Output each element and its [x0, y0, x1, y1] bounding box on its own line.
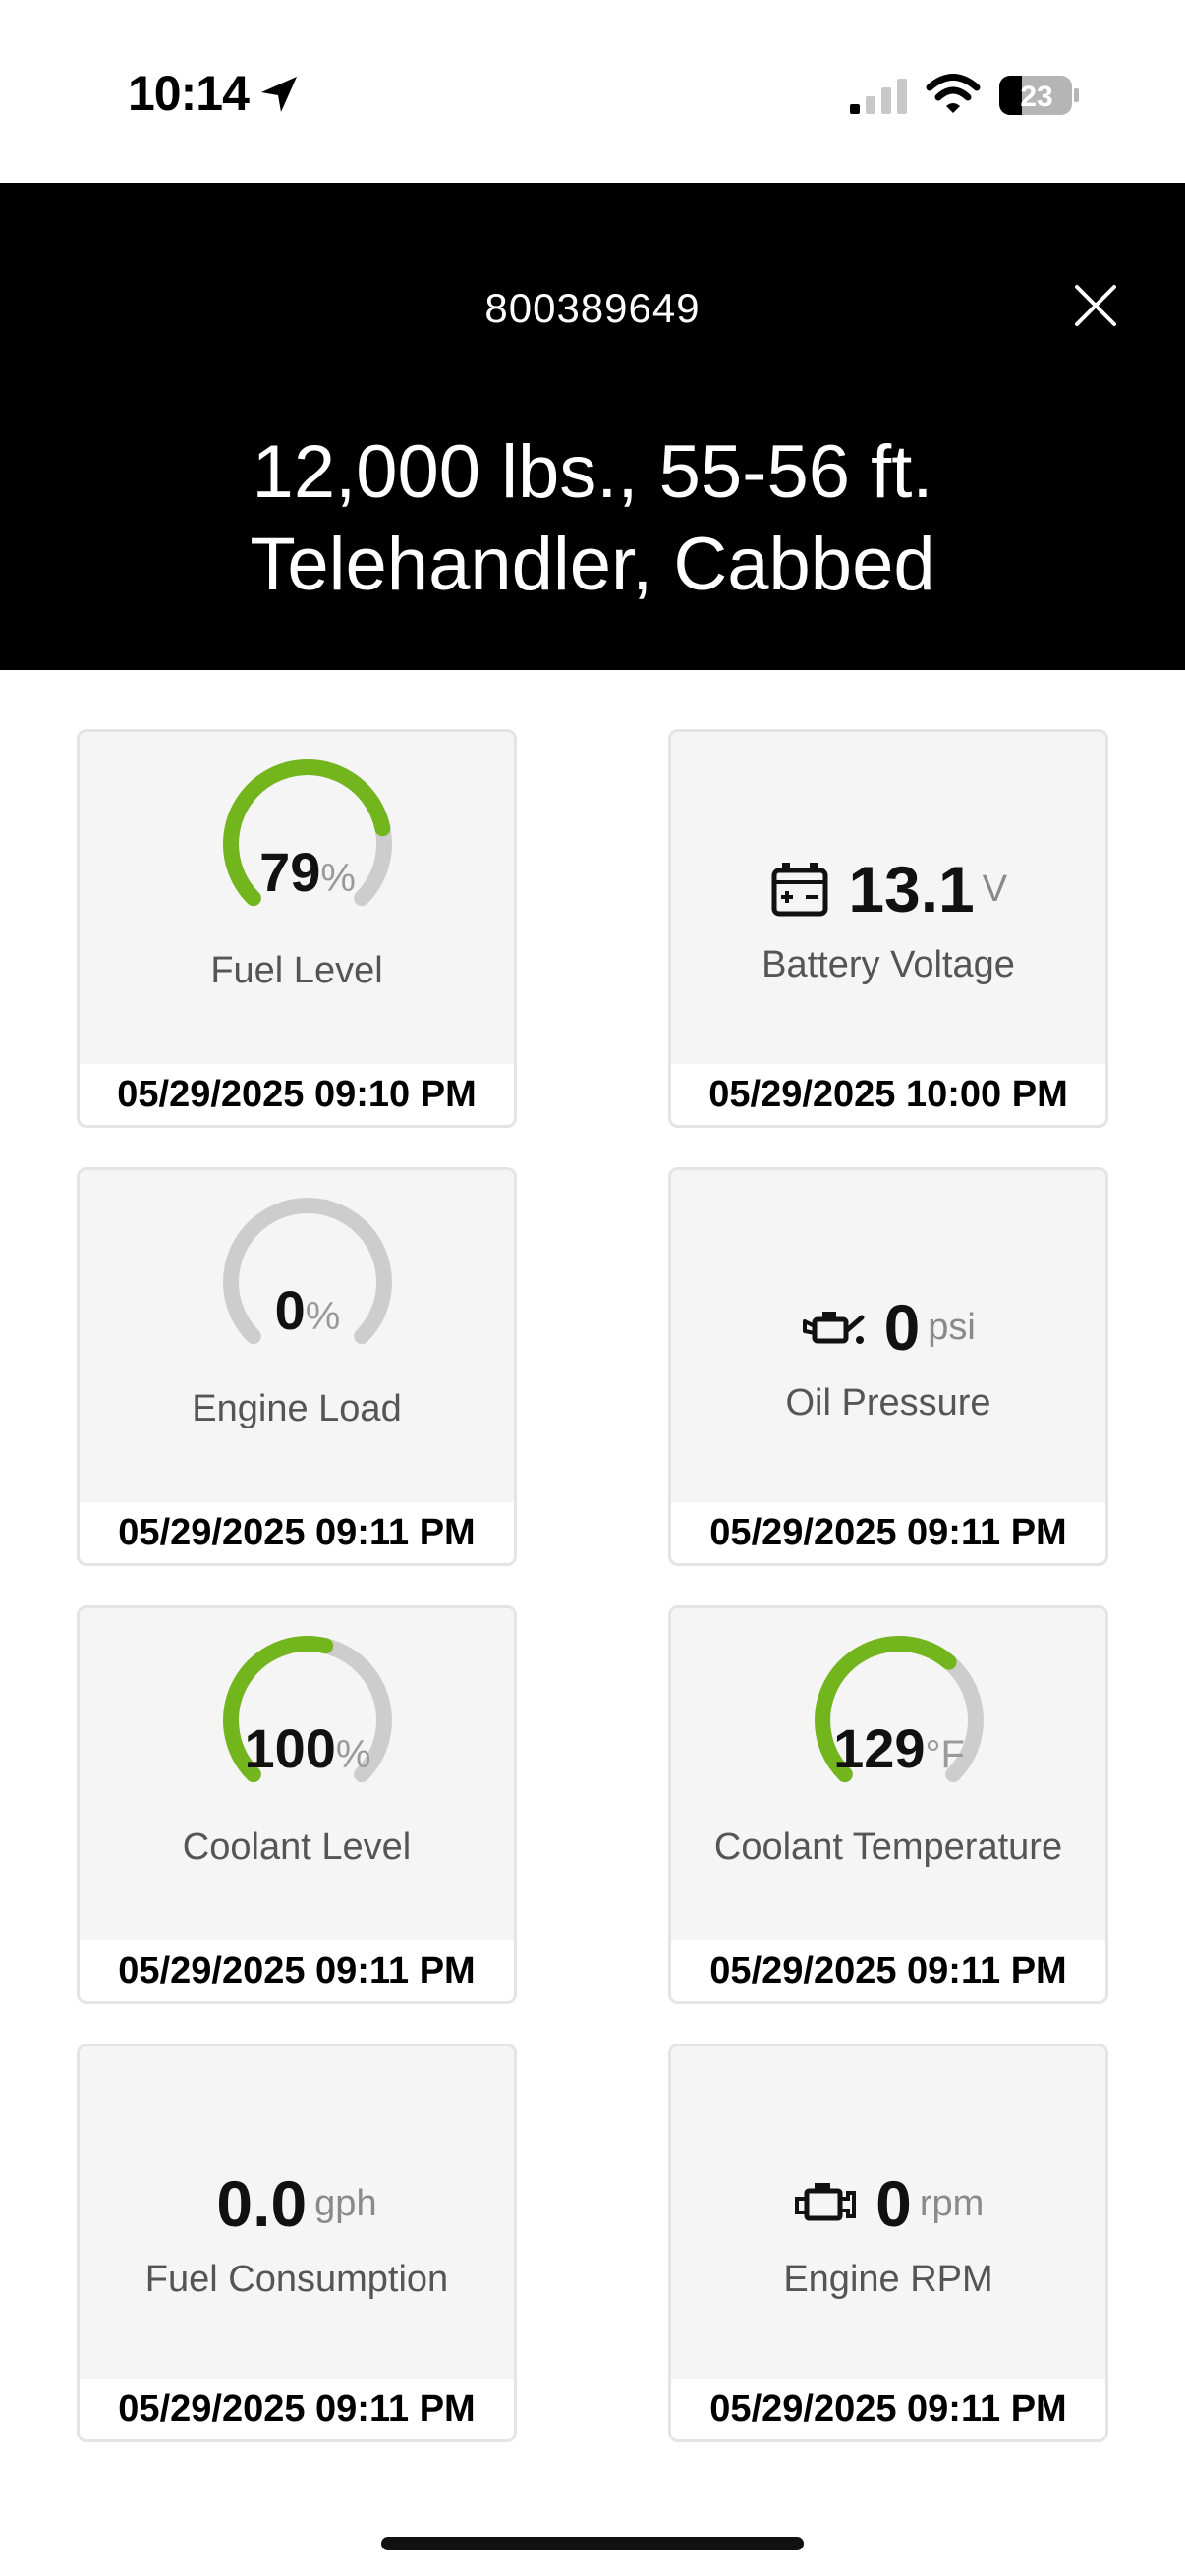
card-body: 129°F Coolant Temperature [671, 1608, 1105, 1940]
coolant-temperature-value: 129 [833, 1717, 926, 1779]
battery-voltage-timestamp: 05/29/2025 10:00 PM [708, 1074, 1068, 1115]
battery-voltage-label: Battery Voltage [762, 944, 1015, 985]
card-body: 0% Engine Load [80, 1170, 514, 1502]
oil-pressure-label: Oil Pressure [785, 1382, 991, 1424]
card-body: 0 rpm Engine RPM [671, 2046, 1105, 2379]
svg-text:23: 23 [1020, 81, 1052, 113]
oil-pressure-value-row: 0 psi [671, 1290, 1105, 1365]
gauge-value: 79% [221, 840, 394, 904]
battery-voltage-card[interactable]: 13.1 V Battery Voltage 05/29/2025 10:00 P… [668, 729, 1108, 1128]
asset-title-line2: Telehandler, Cabbed [250, 523, 935, 606]
battery-voltage-value-row: 13.1 V [671, 852, 1105, 926]
oil-pressure-timestamp: 05/29/2025 09:11 PM [709, 1512, 1067, 1553]
fuel-level-card[interactable]: 79% Fuel Level 05/29/2025 09:10 PM [77, 729, 517, 1128]
location-arrow-icon [261, 77, 297, 112]
fuel-level-gauge: 79% [221, 757, 394, 915]
engine-rpm-label: Engine RPM [783, 2259, 993, 2300]
coolant-temperature-gauge: 129°F [813, 1634, 986, 1791]
fuel-level-timestamp: 05/29/2025 09:10 PM [117, 1074, 477, 1115]
fuel-consumption-card[interactable]: 0.0 gph Fuel Consumption 05/29/2025 09:11… [77, 2044, 517, 2442]
oil-pressure-card[interactable]: 0 psi Oil Pressure 05/29/2025 09:11 PM [668, 1167, 1108, 1566]
engine-icon [794, 2183, 856, 2221]
asset-id: 800389649 [484, 285, 701, 331]
gauge-value: 129°F [813, 1716, 986, 1780]
engine-load-label: Engine Load [192, 1388, 402, 1429]
cellular-signal-icon [850, 79, 907, 114]
status-time: 10:14 [128, 66, 250, 121]
engine-rpm-card[interactable]: 0 rpm Engine RPM 05/29/2025 09:11 PM [668, 2044, 1108, 2442]
fuel-consumption-value: 0.0 [216, 2167, 308, 2240]
close-icon[interactable] [1071, 281, 1120, 330]
coolant-temperature-timestamp: 05/29/2025 09:11 PM [709, 1950, 1067, 1991]
engine-rpm-timestamp: 05/29/2025 09:11 PM [709, 2388, 1067, 2430]
battery-voltage-value: 13.1 [848, 853, 975, 925]
asset-title: 12,000 lbs., 55-56 ft. Telehandler, Cabb… [0, 426, 1185, 611]
engine-rpm-unit: rpm [919, 2182, 985, 2224]
engine-load-card[interactable]: 0% Engine Load 05/29/2025 09:11 PM [77, 1167, 517, 1566]
fuel-level-label: Fuel Level [210, 950, 383, 991]
coolant-level-label: Coolant Level [182, 1826, 412, 1868]
gauge-value: 0% [221, 1278, 394, 1342]
fuel-consumption-unit: gph [314, 2182, 377, 2224]
oil-can-icon [803, 1312, 865, 1344]
home-indicator[interactable] [381, 2537, 804, 2550]
card-body: 79% Fuel Level [80, 732, 514, 1064]
asset-header: 800389649 12,000 lbs., 55-56 ft. Telehan… [0, 183, 1185, 670]
battery-voltage-unit: V [982, 868, 1008, 910]
fuel-level-value: 79 [259, 841, 321, 903]
oil-pressure-value: 0 [883, 1291, 921, 1364]
coolant-temperature-card[interactable]: 129°F Coolant Temperature 05/29/2025 09:… [668, 1605, 1108, 2004]
card-body: 0.0 gph Fuel Consumption [80, 2046, 514, 2379]
battery-icon [771, 863, 828, 917]
coolant-level-unit: % [335, 1733, 371, 1776]
coolant-level-timestamp: 05/29/2025 09:11 PM [118, 1950, 476, 1991]
coolant-level-card[interactable]: 100% Coolant Level 05/29/2025 09:11 PM [77, 1605, 517, 2004]
engine-load-timestamp: 05/29/2025 09:11 PM [118, 1512, 476, 1553]
card-body: 0 psi Oil Pressure [671, 1170, 1105, 1502]
fuel-consumption-value-row: 0.0 gph [80, 2166, 514, 2241]
fuel-consumption-label: Fuel Consumption [144, 2259, 449, 2300]
engine-load-value: 0 [274, 1279, 306, 1341]
wifi-icon [926, 74, 981, 113]
engine-load-unit: % [305, 1295, 341, 1338]
fuel-level-unit: % [320, 857, 356, 900]
battery-status-icon: 23 [999, 76, 1079, 115]
fuel-consumption-timestamp: 05/29/2025 09:11 PM [118, 2388, 476, 2430]
oil-pressure-unit: psi [928, 1306, 976, 1348]
gauge-value: 100% [221, 1716, 394, 1780]
engine-load-gauge: 0% [221, 1196, 394, 1353]
coolant-level-value: 100 [244, 1717, 336, 1779]
engine-rpm-value-row: 0 rpm [671, 2166, 1105, 2241]
engine-rpm-value: 0 [875, 2167, 912, 2240]
coolant-temperature-label: Coolant Temperature [713, 1826, 1063, 1868]
card-body: 100% Coolant Level [80, 1608, 514, 1940]
asset-title-line1: 12,000 lbs., 55-56 ft. [252, 430, 933, 514]
coolant-temperature-unit: °F [925, 1733, 965, 1776]
coolant-level-gauge: 100% [221, 1634, 394, 1791]
status-bar: 10:14 23 [0, 0, 1185, 183]
card-body: 13.1 V Battery Voltage [671, 732, 1105, 1064]
